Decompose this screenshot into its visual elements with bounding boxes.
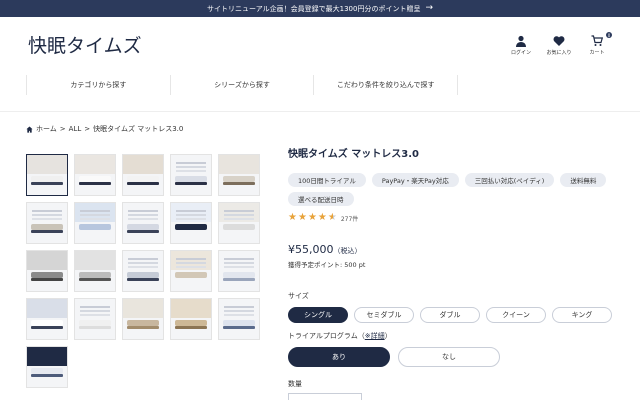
size-options: シングル セミダブル ダブル クイーン キング: [288, 307, 618, 323]
product-gallery: [26, 154, 266, 388]
site-logo[interactable]: 快眠タイムズ: [28, 31, 142, 58]
cart-label: カート: [589, 50, 605, 56]
star-icon: ★: [307, 212, 317, 223]
divider: [0, 111, 640, 112]
main-nav: カテゴリから探す シリーズから探す こだわり条件を絞り込んで探す: [26, 75, 459, 95]
cart-icon: [591, 35, 603, 46]
gallery-thumb[interactable]: [218, 202, 260, 244]
price-tax-note: （税込）: [333, 247, 362, 255]
favorites-button[interactable]: お気に入り: [546, 35, 572, 56]
breadcrumb-home[interactable]: ホーム: [36, 124, 57, 134]
gallery-thumb[interactable]: [122, 154, 164, 196]
size-option-king[interactable]: キング: [552, 307, 612, 323]
size-option-single[interactable]: シングル: [288, 307, 348, 323]
gallery-thumb[interactable]: [218, 298, 260, 340]
nav-filter[interactable]: こだわり条件を絞り込んで探す: [314, 75, 459, 95]
reward-points: 獲得予定ポイント: 500 pt: [288, 261, 366, 269]
product-tags: 100日間トライアル PayPay・楽天Pay対応 三回払い対応(ペイディ) 送…: [288, 173, 618, 206]
gallery-thumb[interactable]: [26, 346, 68, 388]
gallery-thumb[interactable]: [170, 154, 212, 196]
gallery-thumb[interactable]: [122, 298, 164, 340]
size-option-queen[interactable]: クイーン: [486, 307, 546, 323]
trial-label-close: ）: [384, 332, 392, 340]
login-label: ログイン: [510, 50, 531, 56]
arrow-right-icon: →: [425, 3, 433, 13]
trial-details-link[interactable]: ※詳細: [365, 332, 385, 340]
gallery-thumb[interactable]: [122, 202, 164, 244]
site-header: 快眠タイムズ ログイン お気に入り 0 カート: [0, 17, 640, 69]
user-icon: [516, 35, 526, 47]
announcement-text: サイトリニューアル企画！会員登録で最大1300円分のポイント贈呈: [206, 4, 421, 13]
price-value: ¥55,000: [288, 243, 334, 256]
gallery-thumb[interactable]: [74, 298, 116, 340]
product-title: 快眠タイムズ マットレス3.0: [288, 149, 419, 160]
gallery-thumb[interactable]: [122, 250, 164, 292]
gallery-thumb[interactable]: [26, 154, 68, 196]
product-tag: 送料無料: [560, 173, 607, 187]
announcement-bar[interactable]: サイトリニューアル企画！会員登録で最大1300円分のポイント贈呈 →: [0, 0, 640, 17]
breadcrumb-all[interactable]: ALL: [69, 125, 82, 133]
product-info: 快眠タイムズ マットレス3.0 100日間トライアル PayPay・楽天Pay対…: [288, 145, 618, 400]
product-tag: 100日間トライアル: [288, 173, 366, 187]
nav-series[interactable]: シリーズから探す: [171, 75, 315, 95]
trial-options: あり なし: [288, 347, 618, 367]
gallery-thumb[interactable]: [218, 250, 260, 292]
gallery-thumb[interactable]: [74, 250, 116, 292]
gallery-thumb[interactable]: [26, 202, 68, 244]
cart-count-badge: 0: [606, 32, 612, 38]
gallery-thumb[interactable]: [26, 298, 68, 340]
product-tag: PayPay・楽天Pay対応: [371, 173, 459, 187]
gallery-thumb[interactable]: [170, 202, 212, 244]
nav-category[interactable]: カテゴリから探す: [26, 75, 171, 95]
login-button[interactable]: ログイン: [508, 35, 534, 56]
product-price: ¥55,000（税込）: [288, 243, 618, 256]
review-count: 277件: [340, 215, 359, 223]
product-tag: 選べる配送日時: [288, 192, 354, 206]
home-icon: [26, 125, 33, 133]
quantity-label: 数量: [288, 380, 302, 388]
size-label: サイズ: [288, 292, 309, 300]
trial-option-yes[interactable]: あり: [288, 347, 390, 367]
gallery-thumb[interactable]: [74, 202, 116, 244]
header-actions: ログイン お気に入り 0 カート: [508, 32, 612, 56]
quantity-stepper: − 1 +: [288, 393, 362, 400]
gallery-thumb[interactable]: [170, 298, 212, 340]
trial-option-no[interactable]: なし: [398, 347, 500, 367]
heart-icon: [553, 36, 565, 46]
star-icon: ★: [317, 212, 327, 223]
trial-label: トライアルプログラム（※詳細）: [288, 331, 618, 341]
gallery-thumb[interactable]: [74, 154, 116, 196]
star-half-icon: ★: [327, 212, 337, 223]
breadcrumb-current: 快眠タイムズ マットレス3.0: [93, 125, 184, 133]
cart-button[interactable]: 0 カート: [584, 32, 612, 56]
trial-label-text: トライアルプログラム（: [288, 332, 365, 340]
breadcrumb-sep: >: [84, 125, 91, 133]
gallery-thumb[interactable]: [218, 154, 260, 196]
gallery-thumb[interactable]: [26, 250, 68, 292]
star-icon: ★: [288, 212, 297, 223]
breadcrumb-sep: >: [59, 125, 66, 133]
size-option-double[interactable]: ダブル: [420, 307, 480, 323]
gallery-thumb[interactable]: [170, 250, 212, 292]
product-tag: 三回払い対応(ペイディ): [464, 173, 555, 187]
size-option-semi-double[interactable]: セミダブル: [354, 307, 414, 323]
favorites-label: お気に入り: [546, 50, 572, 56]
breadcrumb: ホーム > ALL > 快眠タイムズ マットレス3.0: [26, 124, 183, 134]
product-rating[interactable]: ★ ★ ★ ★ ★ 277件: [288, 213, 618, 223]
star-icon: ★: [297, 212, 307, 223]
